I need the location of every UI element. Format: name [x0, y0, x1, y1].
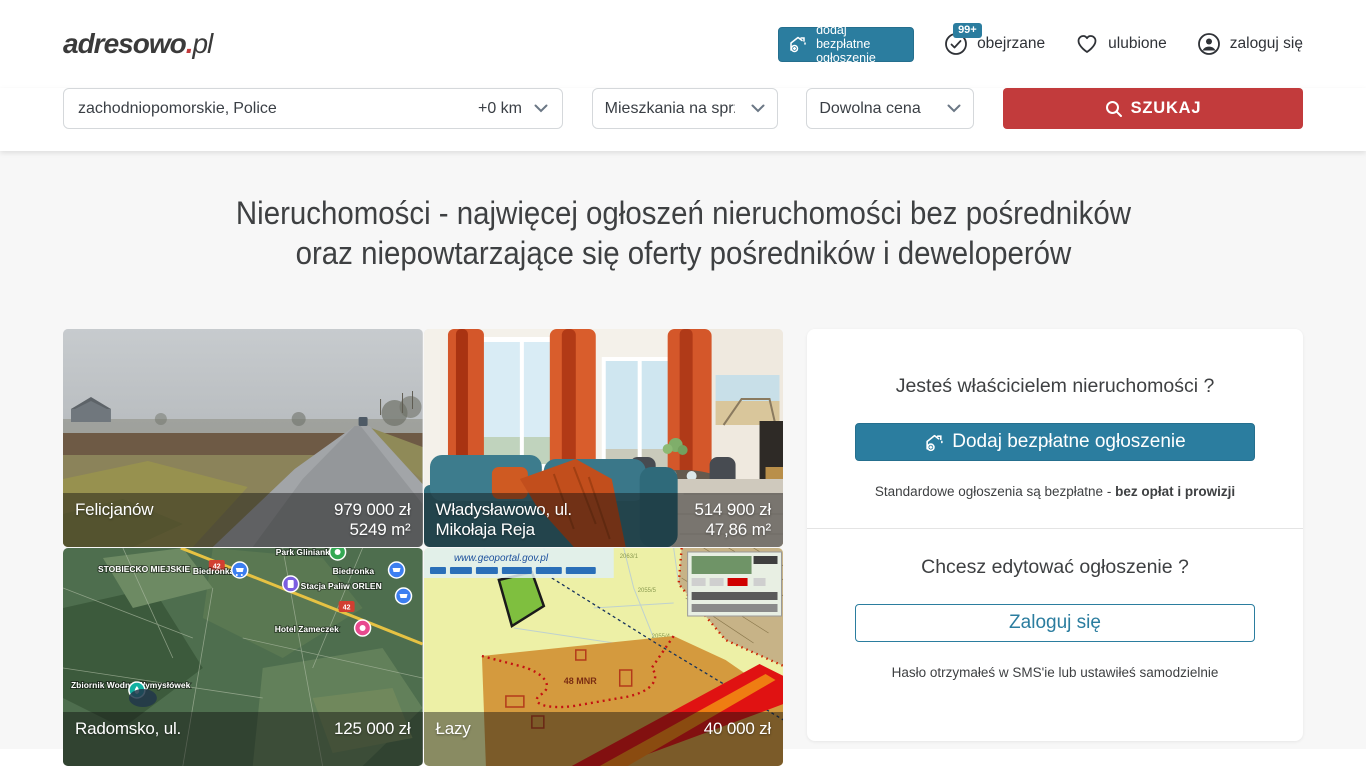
svg-text:2055/5: 2055/5 — [637, 588, 656, 594]
location-value: zachodniopomorskie,Police — [78, 100, 281, 118]
listing-location: Radomsko, ul. — [75, 719, 181, 739]
search-button-label: SZUKAJ — [1131, 99, 1202, 118]
chevron-down-icon — [751, 104, 765, 113]
search-bar: zachodniopomorskie,Police +0 km Mieszkan… — [0, 88, 1366, 151]
house-add-icon — [924, 432, 945, 453]
listing-price: 40 000 zł — [704, 719, 771, 739]
listing-location: Felicjanów — [75, 500, 153, 520]
listing-card-radomsko[interactable]: 42 42 STOBIECKO MIEJSKIE Park Glinianki … — [63, 548, 423, 766]
add-listing-button[interactable]: dodaj bezpłatne ogłoszenie — [778, 27, 914, 62]
listing-price: 514 900 zł — [695, 500, 771, 520]
zone-label-48mnr: 48 MNR — [563, 676, 596, 686]
listing-info-band: Władysławowo, ul. Mikołaja Reja 514 900 … — [424, 493, 784, 547]
logo[interactable]: adresowo.pl — [63, 28, 212, 60]
listing-grid: Felicjanów 979 000 zł 5249 m² — [63, 329, 783, 766]
logo-text: adresowo — [63, 28, 186, 59]
viewed-count-badge: 99+ — [953, 23, 982, 38]
svg-text:2063/1: 2063/1 — [619, 554, 638, 560]
listing-card-wladyslawowo[interactable]: Władysławowo, ul. Mikołaja Reja 514 900 … — [424, 329, 784, 547]
house-add-icon — [788, 34, 808, 54]
page-title-line1: Nieruchomości - najwięcej ogłoszeń nieru… — [235, 195, 1130, 231]
geoportal-watermark: www.geoportal.gov.pl — [453, 553, 548, 564]
map-label-shop: Biedronka — [193, 566, 235, 576]
category-select[interactable]: Mieszkania na sprzedaż — [592, 88, 778, 129]
map-marker-shop2-icon — [389, 562, 405, 578]
listing-card-lazy[interactable]: 2063/1 2055/5 2055/4 — [424, 548, 784, 766]
radius-select[interactable]: +0 km — [478, 100, 548, 118]
page-title-line2: oraz niepowtarzające się oferty pośredni… — [295, 235, 1071, 271]
map-label-shop2: Biedronka — [333, 566, 375, 576]
price-select[interactable]: Dowolna cena — [806, 88, 974, 129]
map-marker-hotel-icon — [355, 620, 371, 636]
map-inset-panel — [687, 552, 781, 616]
viewed-link[interactable]: 99+ obejrzane — [944, 32, 1045, 56]
edit-box-title: Chcesz edytować ogłoszenie ? — [855, 556, 1255, 579]
sidebar-panel: Jesteś właścicielem nieruchomości ? Doda… — [807, 329, 1303, 741]
sidebar-add-listing-button[interactable]: Dodaj bezpłatne ogłoszenie — [855, 423, 1255, 461]
edit-box-note: Hasło otrzymałeś w SMS'ie lub ustawiłeś … — [855, 665, 1255, 680]
listing-location: Władysławowo, ul. — [436, 500, 572, 520]
listing-price: 125 000 zł — [334, 719, 410, 739]
map-label-hotel: Hotel Zameczek — [275, 624, 339, 634]
map-marker-fuel-icon — [283, 576, 299, 592]
main-content: Nieruchomości - najwięcej ogłoszeń nieru… — [0, 151, 1366, 749]
radius-value: +0 km — [478, 100, 522, 118]
map-marker-shop-icon — [232, 562, 248, 578]
owner-box-note: Standardowe ogłoszenia są bezpłatne - be… — [855, 484, 1255, 499]
user-circle-icon — [1197, 32, 1221, 56]
listing-location-line2: Mikołaja Reja — [436, 520, 572, 540]
map-label-fuel: Stacja Paliw ORLEN — [301, 581, 382, 591]
category-value: Mieszkania na sprzedaż — [605, 100, 735, 118]
listing-price: 979 000 zł — [334, 500, 410, 520]
page-title: Nieruchomości - najwięcej ogłoszeń nieru… — [0, 151, 1366, 273]
search-button[interactable]: SZUKAJ — [1003, 88, 1303, 129]
viewed-label: obejrzane — [977, 35, 1045, 53]
map-label-area: STOBIECKO MIEJSKIE — [98, 564, 191, 574]
listing-info-band: Radomsko, ul. 125 000 zł — [63, 712, 423, 766]
price-value: Dowolna cena — [819, 100, 920, 118]
login-link[interactable]: zaloguj się — [1197, 32, 1303, 56]
chevron-down-icon — [947, 104, 961, 113]
sidebar-login-label: Zaloguj się — [1009, 612, 1101, 634]
listing-info-band: Felicjanów 979 000 zł 5249 m² — [63, 493, 423, 547]
sidebar-login-button[interactable]: Zaloguj się — [855, 604, 1255, 642]
panel-divider — [807, 528, 1303, 529]
listing-area: 47,86 m² — [695, 520, 771, 540]
favorites-label: ulubione — [1108, 35, 1167, 53]
page: adresowo.pl dodaj bezpłatne ogłoszenie — [0, 0, 1366, 768]
chevron-down-icon — [534, 104, 548, 113]
listing-area: 5249 m² — [334, 520, 410, 540]
header: adresowo.pl dodaj bezpłatne ogłoszenie — [0, 0, 1366, 88]
add-listing-label: dodaj bezpłatne ogłoszenie — [816, 23, 904, 65]
map-marker-shop3-icon — [396, 588, 412, 604]
map-marker-park-icon — [330, 548, 346, 560]
map-label-park: Park Glinianki — [276, 548, 333, 557]
listing-info-band: Łazy 40 000 zł — [424, 712, 784, 766]
listing-card-felicjanow[interactable]: Felicjanów 979 000 zł 5249 m² — [63, 329, 423, 547]
sidebar-add-listing-label: Dodaj bezpłatne ogłoszenie — [952, 431, 1185, 453]
listing-location: Łazy — [436, 719, 471, 739]
search-icon — [1105, 100, 1123, 118]
header-actions: dodaj bezpłatne ogłoszenie 99+ obejrzane — [778, 27, 1303, 62]
owner-box-title: Jesteś właścicielem nieruchomości ? — [855, 375, 1255, 398]
heart-icon — [1075, 32, 1099, 56]
location-input[interactable]: zachodniopomorskie,Police +0 km — [63, 88, 563, 129]
favorites-link[interactable]: ulubione — [1075, 32, 1167, 56]
login-label: zaloguj się — [1230, 35, 1303, 53]
svg-text:42: 42 — [343, 604, 351, 611]
